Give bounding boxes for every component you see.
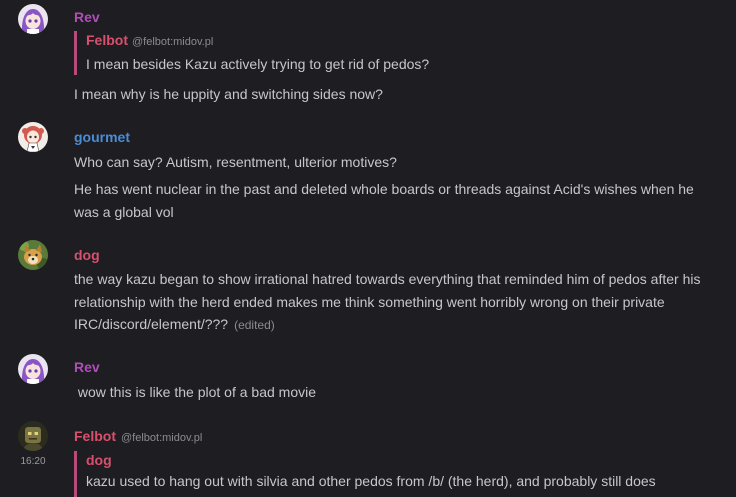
- message-body: the way kazu began to show irrational ha…: [74, 268, 722, 337]
- message-event: Rev wow this is like the plot of a bad m…: [0, 350, 736, 418]
- quote-sender-name: Felbot: [86, 32, 128, 48]
- sender-name[interactable]: dog: [74, 246, 100, 264]
- dog-avatar-icon: [18, 240, 48, 270]
- message-event: gourmet Who can say? Autism, resentment,…: [0, 112, 736, 232]
- sender-name[interactable]: Rev: [74, 8, 100, 26]
- sender-name[interactable]: gourmet: [74, 128, 130, 146]
- anime-girl-red-hair-avatar-icon: [18, 122, 48, 152]
- message-timestamp[interactable]: 16:20: [14, 456, 52, 468]
- anime-girl-purple-hair-avatar-icon: [18, 4, 48, 34]
- sender-name[interactable]: Rev: [74, 358, 100, 376]
- avatar[interactable]: [18, 240, 48, 270]
- sender-handle: @felbot:midov.pl: [121, 432, 203, 444]
- reply-quote[interactable]: Felbot @felbot:midov.pl I mean besides Ka…: [74, 31, 722, 75]
- message-event: 16:20 Felbot @felbot:midov.pl dog kazu us…: [0, 418, 736, 497]
- quote-sender-handle: @felbot:midov.pl: [132, 36, 214, 48]
- avatar[interactable]: [18, 421, 48, 451]
- avatar[interactable]: [18, 122, 48, 152]
- quote-sender[interactable]: dog: [86, 451, 722, 469]
- message-body: He has went nuclear in the past and dele…: [74, 181, 694, 220]
- felbot-avatar-icon: [18, 421, 48, 451]
- message-event: Rev Felbot @felbot:midov.pl I mean beside…: [0, 0, 736, 112]
- message-event: dog the way kazu began to show irrationa…: [0, 232, 736, 350]
- avatar[interactable]: [18, 4, 48, 34]
- anime-girl-purple-hair-avatar-icon: [18, 354, 48, 384]
- edited-marker[interactable]: (edited): [234, 318, 275, 332]
- sender-display-name: Felbot: [74, 428, 116, 444]
- reply-quote[interactable]: dog kazu used to hang out with silvia an…: [74, 451, 722, 497]
- message-body: wow this is like the plot of a bad movie: [74, 384, 317, 400]
- avatar[interactable]: [18, 354, 48, 384]
- quote-sender[interactable]: Felbot @felbot:midov.pl: [86, 31, 722, 51]
- message-body: I mean why is he uppity and switching si…: [74, 86, 383, 102]
- quote-sender-name: dog: [86, 452, 112, 468]
- message-body: Who can say? Autism, resentment, ulterio…: [74, 154, 397, 170]
- quote-text: kazu used to hang out with silvia and ot…: [86, 473, 656, 489]
- message-text: the way kazu began to show irrational ha…: [74, 271, 701, 332]
- sender-name[interactable]: Felbot @felbot:midov.pl: [74, 427, 202, 447]
- quote-text: I mean besides Kazu actively trying to g…: [86, 56, 430, 72]
- message-timeline: Rev Felbot @felbot:midov.pl I mean beside…: [0, 0, 736, 497]
